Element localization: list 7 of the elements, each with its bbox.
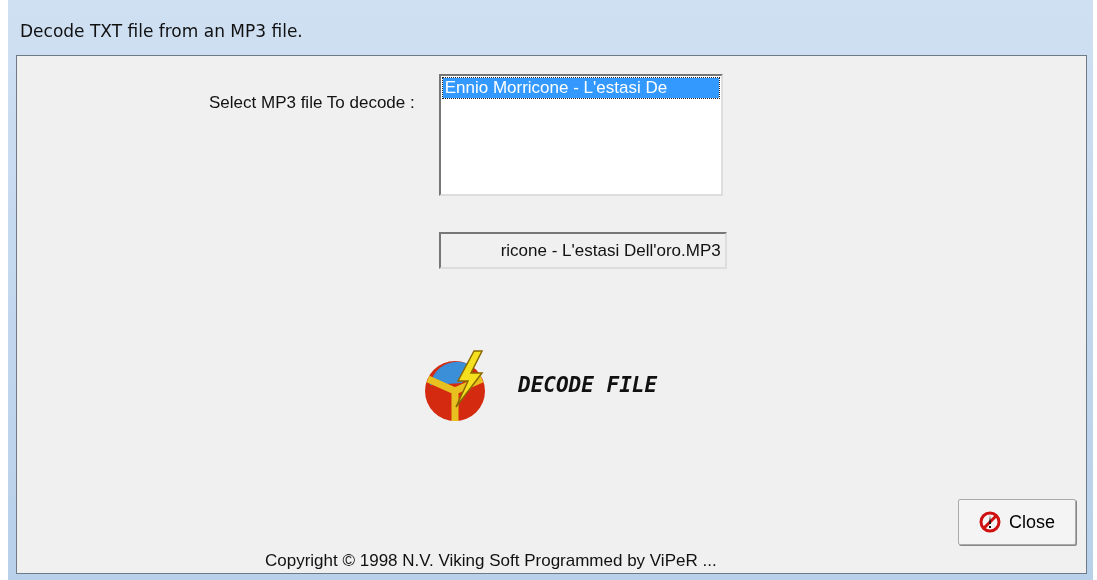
- file-label: Select MP3 file To decode :: [209, 93, 415, 114]
- copyright-text: Copyright © 1998 N.V. Viking Soft Programmed by ViPeR ...: [265, 551, 717, 571]
- no-entry-icon: [979, 511, 1001, 533]
- close-button[interactable]: Close: [958, 499, 1076, 545]
- file-name-field[interactable]: ricone - L'estasi Dell'oro.MP3: [438, 232, 727, 269]
- decode-file-button[interactable]: DECODE FILE: [518, 373, 658, 397]
- window-title: Decode TXT file from an MP3 file.: [20, 20, 303, 41]
